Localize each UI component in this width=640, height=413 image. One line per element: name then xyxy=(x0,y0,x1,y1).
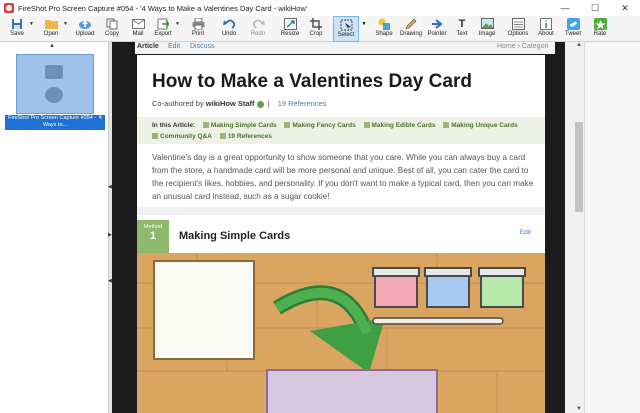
chevron-down-icon: ▼ xyxy=(361,20,367,27)
image-button[interactable]: Image xyxy=(476,16,498,42)
coauthor-line: Co-authored by wikiHow Staff | 19 Refere… xyxy=(152,99,327,108)
text-button[interactable]: T Text xyxy=(453,16,471,42)
scroll-up-icon[interactable]: ▲ xyxy=(576,42,582,48)
tab-article[interactable]: Article xyxy=(137,43,159,50)
method-edit-link[interactable]: Edit xyxy=(520,229,531,236)
tab-edit[interactable]: Edit xyxy=(168,43,180,50)
mail-button[interactable]: Mail xyxy=(129,16,147,42)
export-button[interactable]: Export ▼ xyxy=(152,16,180,42)
intro-paragraph: Valentine's day is a great opportunity t… xyxy=(152,153,534,201)
about-button[interactable]: About xyxy=(536,16,556,42)
method-badge: Method 1 xyxy=(137,220,169,254)
capture-thumbnail-caption[interactable]: FireShot Pro Screen Capture #054 - '4 Wa… xyxy=(5,115,105,130)
redo-icon xyxy=(251,17,265,30)
capture-thumbnail[interactable] xyxy=(16,54,94,114)
in-this-article-box: In this Article: Making Simple Cards Mak… xyxy=(137,117,545,144)
page-title: How to Make a Valentines Day Card xyxy=(152,71,472,92)
resize-icon xyxy=(283,17,297,30)
open-button[interactable]: Open ▼ xyxy=(40,16,68,42)
copy-icon xyxy=(105,17,119,30)
toc-link[interactable]: Making Simple Cards xyxy=(211,122,277,129)
drawing-button[interactable]: Drawing xyxy=(399,16,423,42)
folder-icon xyxy=(44,17,58,30)
references-link[interactable]: 19 References xyxy=(278,99,327,108)
text-icon: T xyxy=(458,17,466,30)
toc-link[interactable]: Making Fancy Cards xyxy=(292,122,355,129)
bullet-icon xyxy=(219,133,226,140)
scroll-up-icon[interactable]: ▲ xyxy=(49,43,55,49)
method-card: Method 1 Making Simple Cards Edit xyxy=(137,215,545,413)
toc-link[interactable]: Making Unique Cards xyxy=(451,122,517,129)
scrollbar-thumb[interactable] xyxy=(575,122,583,212)
bullet-icon xyxy=(202,122,209,129)
title-bar: FireShot Pro Screen Capture #054 - '4 Wa… xyxy=(0,0,640,16)
toc-link[interactable]: Community Q&A xyxy=(160,133,212,140)
bullet-icon xyxy=(152,133,158,140)
image-icon xyxy=(480,17,494,30)
pointer-arrow-icon xyxy=(430,17,444,30)
info-icon xyxy=(539,17,553,30)
toc-link[interactable]: 19 References xyxy=(228,133,272,140)
pencil-icon xyxy=(404,17,418,30)
export-icon xyxy=(156,17,170,30)
fireshot-app-icon xyxy=(4,3,14,13)
select-dropdown[interactable]: ▼ xyxy=(360,16,368,42)
options-icon xyxy=(511,17,525,30)
crop-button[interactable]: Crop xyxy=(306,16,326,42)
upload-cloud-icon xyxy=(78,17,92,30)
redo-button[interactable]: Redo xyxy=(248,16,268,42)
chevron-down-icon[interactable]: ▼ xyxy=(29,21,34,27)
print-button[interactable]: Print xyxy=(188,16,208,42)
chevron-down-icon[interactable]: ▼ xyxy=(63,21,68,27)
close-button[interactable]: ✕ xyxy=(610,0,640,16)
copy-button[interactable]: Copy xyxy=(102,16,122,42)
bullet-icon xyxy=(443,122,450,129)
window-controls: — ☐ ✕ xyxy=(550,0,640,16)
shape-icon xyxy=(377,17,391,30)
bullet-icon xyxy=(284,122,291,129)
minimize-button[interactable]: — xyxy=(550,0,580,16)
upload-button[interactable]: Upload xyxy=(74,16,96,42)
toolbar: Save ▼ Open ▼ Upload Copy Mail Export ▼ … xyxy=(0,16,640,42)
bullet-icon xyxy=(363,122,370,129)
article-header-card: How to Make a Valentines Day Card Co-aut… xyxy=(137,55,545,207)
chevron-down-icon[interactable]: ▼ xyxy=(175,21,180,27)
toc-link[interactable]: Making Edible Cards xyxy=(372,122,436,129)
crop-icon xyxy=(309,17,323,30)
right-panel xyxy=(584,42,640,413)
breadcrumb[interactable]: Home › Categori xyxy=(497,43,548,50)
wiki-article: How to Make a Valentines Day Card Co-aut… xyxy=(137,55,545,413)
maximize-button[interactable]: ☐ xyxy=(580,0,610,16)
mail-icon xyxy=(131,17,145,30)
wiki-article-nav: Article Edit Discuss Home › Categori xyxy=(135,42,555,54)
method-title: Making Simple Cards xyxy=(179,230,291,242)
tweet-button[interactable]: Tweet xyxy=(563,16,583,42)
scroll-down-icon[interactable]: ▼ xyxy=(576,406,582,412)
author-link[interactable]: wikiHow Staff xyxy=(206,99,255,108)
resize-button[interactable]: Resize xyxy=(279,16,301,42)
tab-discuss[interactable]: Discuss xyxy=(190,43,215,50)
vertical-scrollbar[interactable]: ▲ ▼ xyxy=(574,42,584,413)
rate-icon xyxy=(593,17,607,30)
printer-icon xyxy=(191,17,205,30)
thumbnail-preview-bottom xyxy=(45,87,63,103)
pointer-button[interactable]: Pointer xyxy=(426,16,448,42)
twitter-icon xyxy=(566,17,580,30)
undo-icon xyxy=(222,17,236,30)
window-title: FireShot Pro Screen Capture #054 - '4 Wa… xyxy=(18,3,308,13)
in-this-article-label: In this Article: xyxy=(152,122,196,129)
verified-check-icon xyxy=(256,100,264,108)
select-button[interactable]: Select xyxy=(333,16,359,42)
rate-button[interactable]: Rate xyxy=(590,16,610,42)
thumbnail-preview-top xyxy=(45,65,63,79)
select-marquee-icon xyxy=(339,18,353,31)
method-illustration xyxy=(137,253,545,413)
undo-button[interactable]: Undo xyxy=(219,16,239,42)
capture-list-panel: ▲ FireShot Pro Screen Capture #054 - '4 … xyxy=(0,42,109,413)
save-button[interactable]: Save ▼ xyxy=(6,16,34,42)
shape-button[interactable]: Shape xyxy=(373,16,395,42)
save-icon xyxy=(10,17,24,30)
options-button[interactable]: Options xyxy=(506,16,530,42)
